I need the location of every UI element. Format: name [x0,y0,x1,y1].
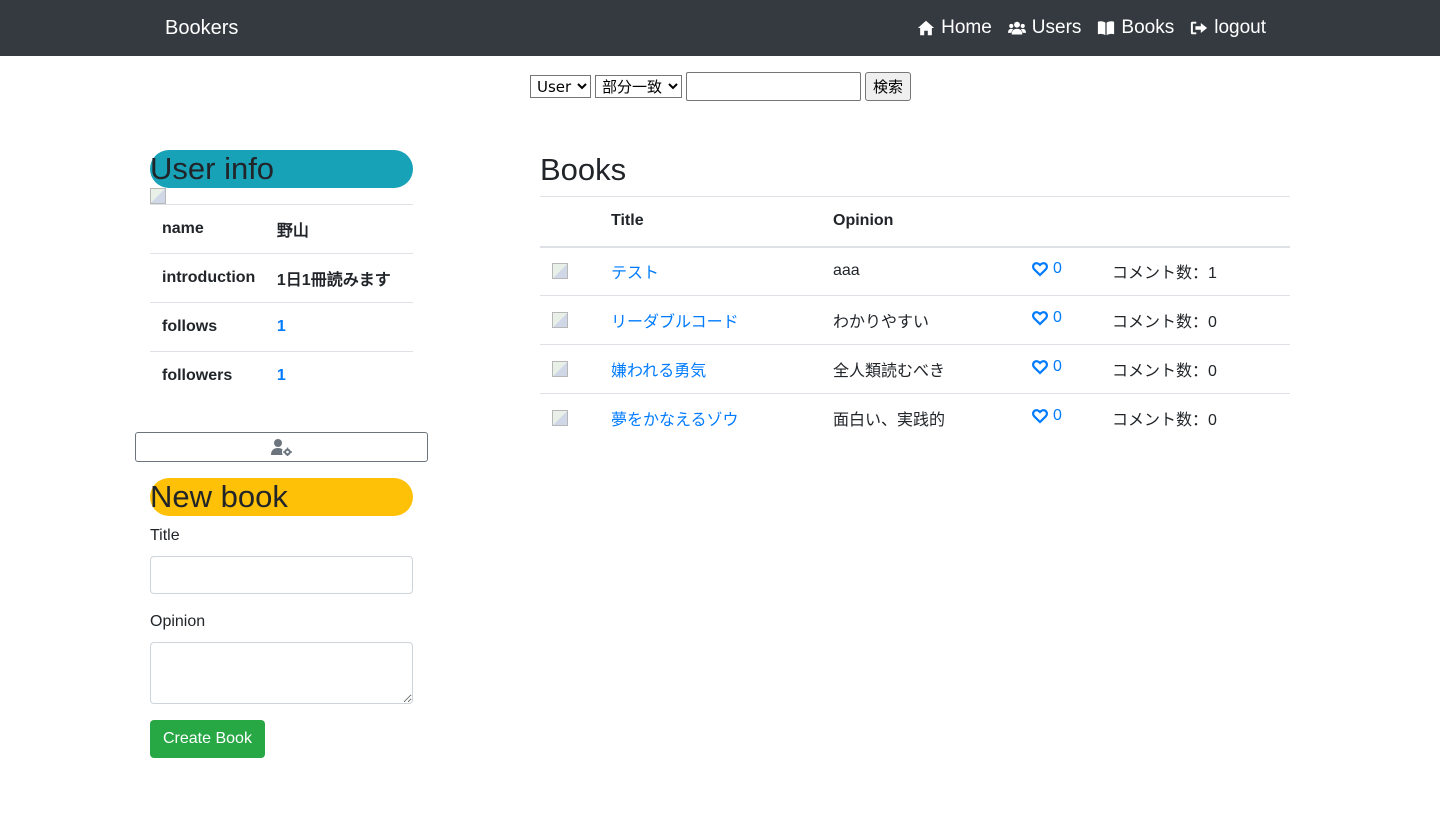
followers-label: followers [150,351,277,401]
comment-count: コメント数：0 [1100,393,1290,443]
user-info-panel: User info name 野山 introduction 1日1冊読みます … [150,150,413,401]
like-button[interactable]: 0 [1032,358,1062,376]
book-image[interactable] [552,312,568,328]
follows-label: follows [150,302,277,352]
introduction-value: 1日1冊読みます [276,253,413,303]
users-icon [1007,21,1026,35]
edit-profile-button[interactable] [135,432,428,462]
user-info-row-followers: followers 1 [150,351,413,401]
like-count: 0 [1053,407,1062,425]
profile-image [150,188,166,204]
book-open-icon [1098,21,1115,36]
column-header-opinion: Opinion [821,196,1020,248]
followers-count-link[interactable]: 1 [277,367,286,384]
nav-logout-label: logout [1214,17,1266,38]
book-opinion: 全人類読むべき [821,344,1020,394]
book-title-link[interactable]: テスト [611,265,659,282]
column-header-likes [1020,196,1100,248]
home-icon [917,20,935,36]
book-opinion-textarea[interactable] [150,642,413,704]
user-info-row-introduction: introduction 1日1冊読みます [150,253,413,303]
brand-link[interactable]: Bookers [165,15,238,41]
column-header-comments [1100,196,1290,248]
navbar: Bookers Home Users Books logout [0,0,1440,56]
search-input[interactable] [686,72,861,101]
search-method-select[interactable]: 部分一致 [595,75,682,98]
nav-users-label: Users [1031,17,1082,38]
book-title-link[interactable]: 嫌われる勇気 [611,363,706,380]
books-panel: Books Title Opinion テスト aaa 0 コメント数：1 リー… [540,150,1290,443]
introduction-label: introduction [150,253,277,303]
heart-icon [1032,311,1048,326]
book-opinion: aaa [821,246,1020,296]
follows-count-link[interactable]: 1 [277,318,286,335]
book-image[interactable] [552,263,568,280]
new-book-heading: New book [150,478,413,516]
book-row: リーダブルコード わかりやすい 0 コメント数：0 [540,295,1290,345]
like-button[interactable]: 0 [1032,309,1062,327]
comment-count: コメント数：0 [1100,295,1290,345]
like-count: 0 [1053,358,1062,375]
column-header-title: Title [599,196,821,248]
nav-books-label: Books [1121,17,1175,38]
nav-home-label: Home [941,17,992,38]
user-info-row-name: name 野山 [150,204,413,254]
create-book-button[interactable]: Create Book [150,720,265,758]
search-target-select[interactable]: User [530,75,591,98]
book-row: 嫌われる勇気 全人類読むべき 0 コメント数：0 [540,344,1290,394]
new-book-form: New book Title Opinion Create Book [150,478,413,758]
title-field-label: Title [150,527,180,544]
book-row: 夢をかなえるゾウ 面白い、実践的 0 コメント数：0 [540,393,1290,443]
user-info-heading: User info [150,150,413,188]
like-count: 0 [1053,309,1062,326]
heart-icon [1032,360,1048,375]
books-heading: Books [540,152,627,187]
books-table: Title Opinion テスト aaa 0 コメント数：1 リーダブルコード… [540,196,1290,443]
sign-out-icon [1191,21,1208,35]
nav-links: Home Users Books logout [917,16,1266,40]
book-opinion: わかりやすい [821,295,1020,345]
like-count: 0 [1053,260,1062,278]
comment-count: コメント数：1 [1100,246,1290,296]
search-form: User 部分一致 検索 [530,72,912,101]
nav-books-link[interactable]: Books [1097,16,1174,40]
books-table-header: Title Opinion [540,196,1290,248]
column-header-image [540,196,599,248]
heart-icon [1032,409,1048,424]
book-title-input[interactable] [150,556,413,594]
like-button[interactable]: 0 [1032,260,1062,278]
user-cog-icon [270,439,292,456]
nav-logout-link[interactable]: logout [1190,16,1266,40]
comment-count: コメント数：0 [1100,344,1290,394]
name-value: 野山 [276,204,413,254]
nav-home-link[interactable]: Home [917,16,992,40]
like-button[interactable]: 0 [1032,407,1062,425]
book-title-link[interactable]: リーダブルコード [611,314,739,331]
user-info-row-follows: follows 1 [150,302,413,352]
search-button[interactable]: 検索 [865,72,912,101]
book-title-link[interactable]: 夢をかなえるゾウ [611,412,739,429]
nav-users-link[interactable]: Users [1007,16,1082,40]
book-row: テスト aaa 0 コメント数：1 [540,246,1290,296]
opinion-field-label: Opinion [150,613,206,630]
name-label: name [150,204,277,254]
heart-icon [1032,262,1048,277]
book-image[interactable] [552,410,568,427]
book-image[interactable] [552,361,568,377]
book-opinion: 面白い、実践的 [821,393,1020,443]
user-info-table: name 野山 introduction 1日1冊読みます follows 1 … [150,204,413,401]
